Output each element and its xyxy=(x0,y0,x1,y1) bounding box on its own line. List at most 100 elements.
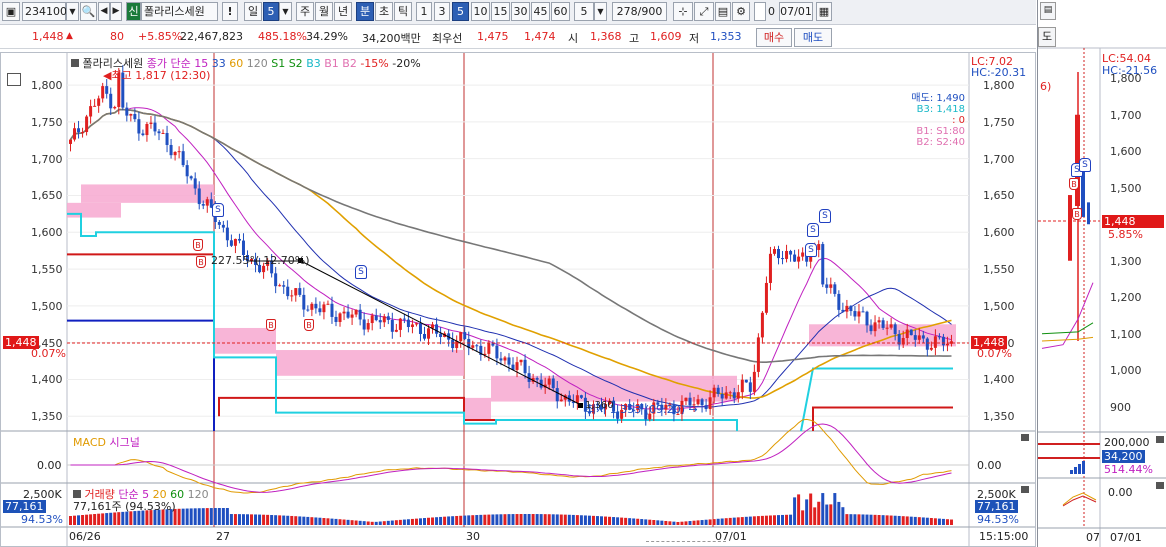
volume-bar xyxy=(945,519,949,525)
buy-signal-marker[interactable]: B xyxy=(193,239,203,251)
candle-body xyxy=(205,199,209,206)
calendar-icon[interactable]: ▦ xyxy=(816,2,832,21)
buy-signal-marker[interactable]: B xyxy=(304,319,314,331)
mini-x-label-07: 07 xyxy=(1086,531,1100,544)
period-day-count[interactable]: 5 xyxy=(263,2,279,21)
volume-bar xyxy=(708,519,712,525)
volume-bar xyxy=(781,514,785,525)
scroll-indicator[interactable] xyxy=(646,541,726,546)
volume-bar xyxy=(495,514,499,525)
stock-code-input[interactable]: 234100 xyxy=(22,2,67,21)
interval-10[interactable]: 10 xyxy=(471,2,490,21)
candle-body xyxy=(314,303,318,309)
volume-close-icon[interactable] xyxy=(1021,486,1029,493)
period-tick-button[interactable]: 틱 xyxy=(394,2,412,21)
mini-vol-close-icon[interactable] xyxy=(1156,436,1164,443)
buy-signal-marker[interactable]: B xyxy=(266,319,276,331)
volume-ratio: 485.18% xyxy=(258,30,307,43)
candle-body xyxy=(398,318,402,330)
search-icon[interactable]: 🔍 xyxy=(80,2,97,21)
candle-body xyxy=(704,405,708,410)
volume-bar xyxy=(660,520,664,525)
cloud-band xyxy=(464,397,491,420)
trend-tool-icon[interactable]: ⤢ xyxy=(694,2,714,21)
candle-body xyxy=(306,309,310,311)
macd-close-icon[interactable] xyxy=(1021,434,1029,441)
volume-bar xyxy=(225,508,229,525)
mini-y-tick: 1,000 xyxy=(1110,364,1142,378)
mini-buy-signal[interactable]: B xyxy=(1072,208,1082,220)
count-dropdown-icon[interactable]: ▼ xyxy=(594,2,607,21)
stock-name-field[interactable]: 폴라리스세원 xyxy=(141,2,218,21)
candle-body xyxy=(825,284,829,288)
candle-body xyxy=(149,122,153,124)
alert-button[interactable]: ! xyxy=(222,2,238,21)
candle-body xyxy=(519,359,523,363)
buy-button[interactable]: 매수 xyxy=(756,28,792,47)
mini-sell-signal[interactable]: S xyxy=(1079,158,1091,172)
volume-bar xyxy=(640,519,644,525)
candle-body xyxy=(350,314,354,318)
chart-canvas[interactable] xyxy=(1,53,1035,546)
volume-bar xyxy=(873,514,877,525)
volume-bar xyxy=(628,518,632,525)
macd-label: MACD xyxy=(73,436,106,449)
period-dropdown-icon[interactable]: ▼ xyxy=(279,2,292,21)
sell-signal-marker[interactable]: S xyxy=(212,203,224,217)
volume-bar xyxy=(748,516,752,525)
count-input[interactable]: 5 xyxy=(574,2,594,21)
volume-bar xyxy=(467,515,471,525)
range-input[interactable]: 278/900 xyxy=(612,2,667,21)
date-input[interactable]: 07/01 xyxy=(779,2,813,21)
code-dropdown-icon[interactable]: ▼ xyxy=(66,2,79,21)
sell-signal-marker[interactable]: S xyxy=(805,243,817,257)
period-second-button[interactable]: 초 xyxy=(375,2,393,21)
gear-icon[interactable]: ⚙ xyxy=(732,2,750,21)
mini-buy-signal[interactable]: B xyxy=(1069,178,1079,190)
interval-5[interactable]: 5 xyxy=(452,2,469,21)
x-time-end: 15:15:00 xyxy=(979,530,1029,543)
sell-signal-marker[interactable]: S xyxy=(807,223,819,237)
legend-b1: B1 xyxy=(324,57,339,70)
volume-bar xyxy=(777,515,780,525)
period-minute-button[interactable]: 분 xyxy=(356,2,374,21)
trendline[interactable] xyxy=(300,260,582,406)
candle-body xyxy=(857,311,861,317)
volume-bar xyxy=(563,514,567,525)
volume-bar xyxy=(889,515,893,525)
volume-bar xyxy=(193,508,197,525)
sell-signal-marker[interactable]: S xyxy=(355,265,367,279)
interval-15[interactable]: 15 xyxy=(491,2,510,21)
save-icon[interactable]: ▤ xyxy=(715,2,731,21)
buy-signal-marker[interactable]: B xyxy=(196,256,206,268)
volume-bar xyxy=(861,514,865,525)
interval-1[interactable]: 1 xyxy=(416,2,432,21)
crosshair-tool-icon[interactable]: ⊹ xyxy=(673,2,693,21)
interval-60[interactable]: 60 xyxy=(551,2,570,21)
interval-45[interactable]: 45 xyxy=(531,2,550,21)
period-day-button[interactable]: 일 xyxy=(244,2,262,21)
candle-body xyxy=(302,294,306,310)
next-stock-icon[interactable]: ▶ xyxy=(110,2,122,21)
y-tick-right: 1,400 xyxy=(983,373,1015,387)
sell-signal-marker[interactable]: S xyxy=(819,209,831,223)
volume-bar xyxy=(604,516,608,525)
candle-body xyxy=(579,395,583,398)
zero-checkbox[interactable] xyxy=(754,2,766,21)
window-menu-icon[interactable]: ▣ xyxy=(2,2,20,21)
trendline-handle-end[interactable] xyxy=(578,403,583,408)
period-week-button[interactable]: 주 xyxy=(296,2,314,21)
panel-grid-icon[interactable] xyxy=(7,73,21,86)
sell-button[interactable]: 매도 xyxy=(794,28,832,47)
stock-code-value: 234100 xyxy=(25,5,67,18)
candle-body xyxy=(330,303,334,317)
volume-bar xyxy=(270,515,274,525)
y-tick-left: 1,800 xyxy=(31,79,63,93)
prev-stock-icon[interactable]: ◀ xyxy=(98,2,110,21)
interval-3[interactable]: 3 xyxy=(434,2,450,21)
period-month-button[interactable]: 월 xyxy=(315,2,333,21)
interval-30[interactable]: 30 xyxy=(511,2,530,21)
period-year-button[interactable]: 년 xyxy=(334,2,352,21)
candle-body xyxy=(700,399,704,406)
mini-macd-close-icon[interactable] xyxy=(1156,482,1164,489)
